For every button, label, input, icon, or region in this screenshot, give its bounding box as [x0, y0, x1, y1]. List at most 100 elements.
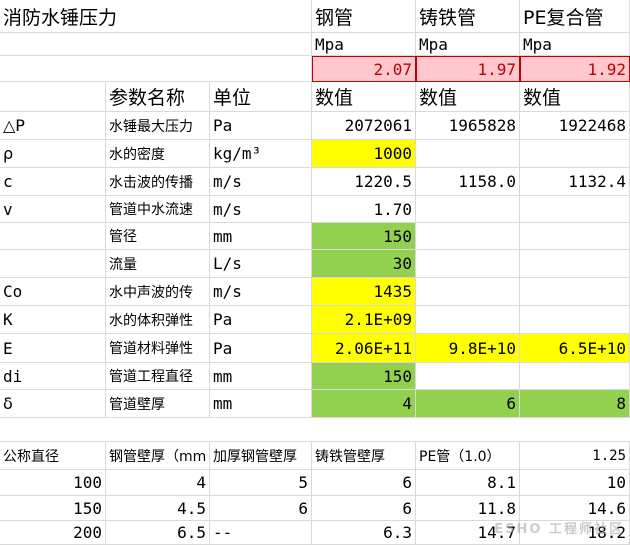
cell-value-pe[interactable] — [520, 223, 630, 250]
row-symbol: δ — [0, 390, 106, 418]
header-value-cast-iron: 数值 — [416, 82, 520, 112]
header-value-pe: 数值 — [520, 82, 630, 112]
bottom-header-nominal-dia: 公称直径 — [0, 442, 106, 470]
empty-row — [0, 418, 630, 442]
row-unit: m/s — [210, 196, 312, 223]
row-param-name: 水锤最大压力 — [106, 112, 210, 140]
bottom-cell[interactable]: 6 — [210, 496, 312, 521]
bottom-cell[interactable]: 6.5 — [106, 521, 210, 545]
row-symbol — [0, 223, 106, 250]
bottom-cell[interactable]: 6 — [312, 470, 416, 496]
cell-value-steel[interactable]: 150 — [312, 363, 416, 390]
row-unit: mm — [210, 363, 312, 390]
cell-value-pe[interactable] — [520, 363, 630, 390]
unit-mpa-pe: Mpa — [520, 33, 630, 56]
bottom-cell[interactable]: 6.3 — [312, 521, 416, 545]
pressure-mpa-pe[interactable]: 1.92 — [520, 56, 630, 82]
bottom-cell[interactable]: 150 — [0, 496, 106, 521]
row-symbol: E — [0, 334, 106, 363]
row-unit: m/s — [210, 168, 312, 196]
row-param-name: 水中声波的传 — [106, 278, 210, 306]
cell-value-steel[interactable]: 1000 — [312, 140, 416, 168]
bottom-cell[interactable]: 18.2 — [520, 521, 630, 545]
cell-value-cast-iron[interactable] — [416, 140, 520, 168]
cell-value-steel[interactable]: 1220.5 — [312, 168, 416, 196]
row-symbol: di — [0, 363, 106, 390]
empty-cell — [0, 82, 106, 112]
cell-value-cast-iron[interactable] — [416, 306, 520, 334]
row-param-name: 管道中水流速 — [106, 196, 210, 223]
row-param-name: 流量 — [106, 250, 210, 278]
cell-value-steel[interactable]: 2.06E+11 — [312, 334, 416, 363]
bottom-cell[interactable]: 4.5 — [106, 496, 210, 521]
row-param-name: 管道材料弹性 — [106, 334, 210, 363]
cell-value-cast-iron[interactable]: 6 — [416, 390, 520, 418]
bottom-header-pe-1-0: PE管（1.0） — [416, 442, 520, 470]
header-value-steel: 数值 — [312, 82, 416, 112]
row-unit: kg/m³ — [210, 140, 312, 168]
empty-cell — [0, 56, 312, 82]
bottom-cell[interactable]: 200 — [0, 521, 106, 545]
bottom-header-cast-iron-wall: 铸铁管壁厚 — [312, 442, 416, 470]
material-steel: 钢管 — [312, 0, 416, 33]
cell-value-steel[interactable]: 2.1E+09 — [312, 306, 416, 334]
bottom-cell[interactable]: 11.8 — [416, 496, 520, 521]
pressure-mpa-cast-iron[interactable]: 1.97 — [416, 56, 520, 82]
row-symbol: K — [0, 306, 106, 334]
cell-value-pe[interactable] — [520, 250, 630, 278]
row-unit: Pa — [210, 334, 312, 363]
row-symbol: c — [0, 168, 106, 196]
cell-value-pe[interactable]: 8 — [520, 390, 630, 418]
unit-mpa-cast-iron: Mpa — [416, 33, 520, 56]
sheet-title: 消防水锤压力 — [0, 0, 312, 33]
cell-value-cast-iron[interactable] — [416, 196, 520, 223]
cell-value-pe[interactable]: 1922468 — [520, 112, 630, 140]
cell-value-steel[interactable]: 4 — [312, 390, 416, 418]
cell-value-cast-iron[interactable]: 1965828 — [416, 112, 520, 140]
bottom-header-pe-1-25: 1.25 — [520, 442, 630, 470]
cell-value-cast-iron[interactable]: 9.8E+10 — [416, 334, 520, 363]
cell-value-pe[interactable]: 6.5E+10 — [520, 334, 630, 363]
bottom-cell[interactable]: 14.7 — [416, 521, 520, 545]
cell-value-pe[interactable] — [520, 278, 630, 306]
row-symbol: ρ — [0, 140, 106, 168]
bottom-cell[interactable]: -- — [210, 521, 312, 545]
row-symbol — [0, 250, 106, 278]
row-unit: mm — [210, 223, 312, 250]
row-param-name: 管径 — [106, 223, 210, 250]
row-param-name: 水击波的传播 — [106, 168, 210, 196]
bottom-cell[interactable]: 10 — [520, 470, 630, 496]
cell-value-pe[interactable]: 1132.4 — [520, 168, 630, 196]
row-unit: L/s — [210, 250, 312, 278]
cell-value-cast-iron[interactable] — [416, 363, 520, 390]
row-symbol: Co — [0, 278, 106, 306]
cell-value-pe[interactable] — [520, 306, 630, 334]
bottom-cell[interactable]: 14.6 — [520, 496, 630, 521]
bottom-cell[interactable]: 4 — [106, 470, 210, 496]
row-param-name: 管道壁厚 — [106, 390, 210, 418]
cell-value-steel[interactable]: 1435 — [312, 278, 416, 306]
bottom-cell[interactable]: 6 — [312, 496, 416, 521]
bottom-cell[interactable]: 5 — [210, 470, 312, 496]
row-unit: Pa — [210, 306, 312, 334]
cell-value-steel[interactable]: 2072061 — [312, 112, 416, 140]
bottom-cell[interactable]: 8.1 — [416, 470, 520, 496]
cell-value-pe[interactable] — [520, 140, 630, 168]
row-param-name: 水的密度 — [106, 140, 210, 168]
empty-cell — [0, 33, 312, 56]
cell-value-steel[interactable]: 1.70 — [312, 196, 416, 223]
header-unit: 单位 — [210, 82, 312, 112]
cell-value-cast-iron[interactable] — [416, 278, 520, 306]
cell-value-steel[interactable]: 150 — [312, 223, 416, 250]
header-param: 参数名称 — [106, 82, 210, 112]
cell-value-cast-iron[interactable] — [416, 250, 520, 278]
row-param-name: 管道工程直径 — [106, 363, 210, 390]
pressure-mpa-steel[interactable]: 2.07 — [312, 56, 416, 82]
row-unit: m/s — [210, 278, 312, 306]
row-symbol: v — [0, 196, 106, 223]
cell-value-pe[interactable] — [520, 196, 630, 223]
bottom-cell[interactable]: 100 — [0, 470, 106, 496]
cell-value-cast-iron[interactable]: 1158.0 — [416, 168, 520, 196]
cell-value-steel[interactable]: 30 — [312, 250, 416, 278]
cell-value-cast-iron[interactable] — [416, 223, 520, 250]
